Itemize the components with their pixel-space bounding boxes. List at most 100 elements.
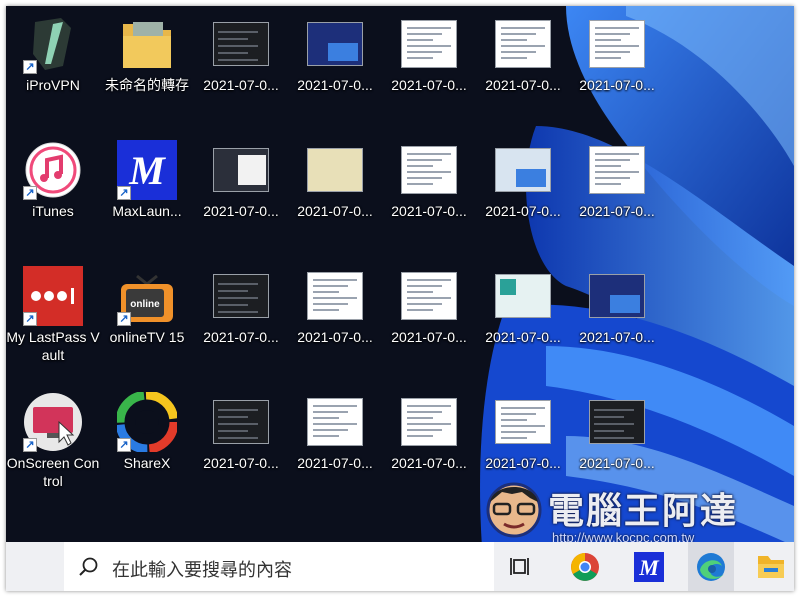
image-thumbnail-icon [305,14,365,74]
shortcut-arrow-icon: ↗ [23,438,37,452]
desktop-shortcut-maxlauncher[interactable]: M ↗ MaxLaun... [100,136,194,256]
shortcut-arrow-icon: ↗ [23,186,37,200]
file-label: 2021-07-0... [579,329,655,345]
screenshot-file[interactable]: 2021-07-0... [382,388,476,508]
file-label: 2021-07-0... [391,455,467,471]
shortcut-arrow-icon: ↗ [23,60,37,74]
image-thumbnail-icon [493,266,553,326]
image-thumbnail-icon [305,140,365,200]
file-label: 2021-07-0... [391,77,467,93]
screenshot-file[interactable]: 2021-07-0... [570,262,664,382]
screenshot-file[interactable]: 2021-07-0... [194,10,288,130]
file-label: 2021-07-0... [203,77,279,93]
desktop: ↗ iProVPN ↗ iTunes ↗ My LastPass Vault ↗… [6,6,794,591]
file-label: 2021-07-0... [297,455,373,471]
shortcut-label: OnScreen Control [6,455,100,489]
taskbar-search-box[interactable]: 在此輸入要搜尋的內容 [64,542,494,591]
shortcut-label: iProVPN [26,77,80,93]
shortcut-arrow-icon: ↗ [23,312,37,326]
shortcut-label: My LastPass Vault [6,329,100,363]
image-thumbnail-icon [493,14,553,74]
image-thumbnail-icon [399,392,459,452]
search-icon [79,557,98,576]
lastpass-icon: ↗ [23,266,83,326]
file-label: 2021-07-0... [485,77,561,93]
screenshot-file[interactable]: 2021-07-0... [288,136,382,256]
desktop-folder-unnamed[interactable]: 未命名的轉存 [100,10,194,130]
file-label: 2021-07-0... [579,203,655,219]
screenshot-file[interactable]: 2021-07-0... [382,262,476,382]
image-thumbnail-icon [211,14,271,74]
screenshot-file[interactable]: 2021-07-0... [194,136,288,256]
screenshot-file[interactable]: 2021-07-0... [476,262,570,382]
shortcut-arrow-icon: ↗ [117,186,131,200]
taskbar-chrome[interactable] [562,542,608,591]
screenshot-file[interactable]: 2021-07-0... [194,262,288,382]
edge-icon [697,553,725,581]
mascot-logo-icon [486,482,542,538]
image-thumbnail-icon [211,392,271,452]
file-label: 2021-07-0... [203,455,279,471]
image-thumbnail-icon [305,266,365,326]
image-thumbnail-icon [587,392,647,452]
file-label: 2021-07-0... [297,329,373,345]
screenshot-file[interactable]: 2021-07-0... [570,10,664,130]
iprovpn-icon: ↗ [23,14,83,74]
shortcut-label: MaxLaun... [112,203,182,219]
screenshot-file[interactable]: 2021-07-0... [288,388,382,508]
image-thumbnail-icon [305,392,365,452]
shortcut-label: iTunes [32,203,74,219]
taskbar-maxlauncher[interactable]: M [626,542,672,591]
screenshot-file[interactable]: 2021-07-0... [382,136,476,256]
svg-text:M: M [638,555,660,580]
image-thumbnail-icon [587,14,647,74]
taskbar-edge[interactable] [688,542,734,591]
desktop-shortcut-sharex[interactable]: ↗ ShareX [100,388,194,508]
taskbar: 在此輸入要搜尋的內容 M [6,542,794,591]
svg-text:online: online [130,299,160,310]
folder-label: 未命名的轉存 [105,77,189,93]
shortcut-label: onlineTV 15 [109,329,185,345]
desktop-shortcut-onlinetv[interactable]: online ↗ onlineTV 15 [100,262,194,382]
image-thumbnail-icon [211,140,271,200]
image-thumbnail-icon [399,266,459,326]
screenshot-file[interactable]: 2021-07-0... [476,10,570,130]
maxlauncher-icon: M ↗ [117,140,177,200]
file-label: 2021-07-0... [391,329,467,345]
file-label: 2021-07-0... [391,203,467,219]
onscreen-control-icon: ↗ [23,392,83,452]
image-thumbnail-icon [211,266,271,326]
desktop-shortcut-lastpass[interactable]: ↗ My LastPass Vault [6,262,100,382]
shortcut-label: ShareX [123,455,171,471]
image-thumbnail-icon [399,14,459,74]
watermark-title: 電腦王阿達 [548,490,739,531]
shortcut-arrow-icon: ↗ [117,438,131,452]
file-label: 2021-07-0... [485,329,561,345]
file-label: 2021-07-0... [579,77,655,93]
screenshot-file[interactable]: 2021-07-0... [194,388,288,508]
image-thumbnail-icon [587,266,647,326]
file-label: 2021-07-0... [579,455,655,471]
shortcut-arrow-icon: ↗ [117,312,131,326]
search-placeholder: 在此輸入要搜尋的內容 [112,560,292,580]
file-label: 2021-07-0... [203,329,279,345]
file-label: 2021-07-0... [203,203,279,219]
screenshot-file[interactable]: 2021-07-0... [288,262,382,382]
sharex-icon: ↗ [115,390,179,454]
file-label: 2021-07-0... [297,77,373,93]
file-explorer-icon [758,556,784,578]
svg-text:M: M [128,148,166,193]
image-thumbnail-icon [399,140,459,200]
file-label: 2021-07-0... [297,203,373,219]
desktop-shortcut-iprovpn[interactable]: ↗ iProVPN [6,10,100,130]
screenshot-file[interactable]: 2021-07-0... [476,136,570,256]
task-view-button[interactable] [500,542,546,591]
taskbar-file-explorer[interactable] [748,542,794,591]
file-label: 2021-07-0... [485,455,561,471]
desktop-shortcut-itunes[interactable]: ↗ iTunes [6,136,100,256]
image-thumbnail-icon [493,140,553,200]
screenshot-file[interactable]: 2021-07-0... [570,136,664,256]
screenshot-file[interactable]: 2021-07-0... [288,10,382,130]
desktop-shortcut-onscreen-control[interactable]: ↗ OnScreen Control [6,388,100,508]
screenshot-file[interactable]: 2021-07-0... [382,10,476,130]
